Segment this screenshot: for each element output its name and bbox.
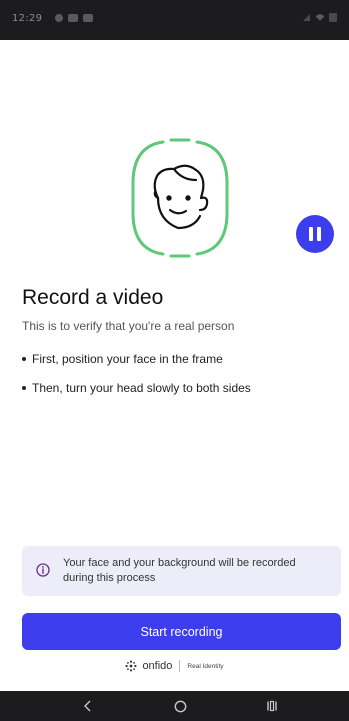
home-button[interactable] xyxy=(160,691,200,721)
system-icons xyxy=(302,13,337,22)
instruction-text: Then, turn your head slowly to both side… xyxy=(32,381,251,395)
pause-button[interactable] xyxy=(296,215,334,253)
instruction-list: First, position your face in the frame T… xyxy=(22,352,332,410)
face-icon xyxy=(153,164,209,230)
status-time: 12:29 xyxy=(12,13,43,24)
media-notification-icon xyxy=(68,14,78,22)
branding-footer: onfido Real Identity xyxy=(0,658,349,674)
info-icon xyxy=(36,563,50,577)
brand-name: onfido xyxy=(142,660,173,672)
face-illustration xyxy=(131,138,229,258)
onfido-logo-icon xyxy=(125,660,137,672)
screen: 12:29 Record a video This is to verify t… xyxy=(0,0,349,721)
navigation-bar xyxy=(0,691,349,721)
signal-icon xyxy=(303,14,310,21)
bullet-icon xyxy=(22,357,26,361)
pause-icon xyxy=(309,227,321,241)
recents-icon xyxy=(267,700,277,712)
wifi-icon xyxy=(315,14,325,21)
back-button[interactable] xyxy=(68,691,108,721)
notification-icons xyxy=(55,14,93,22)
home-icon xyxy=(174,700,186,712)
page-title: Record a video xyxy=(22,286,164,309)
start-recording-button[interactable]: Start recording xyxy=(22,613,341,650)
brand-divider xyxy=(179,660,181,672)
battery-icon xyxy=(329,13,337,22)
recents-button[interactable] xyxy=(252,691,292,721)
instruction-item: Then, turn your head slowly to both side… xyxy=(22,381,332,410)
media-notification-icon-2 xyxy=(83,14,93,22)
page-subtitle: This is to verify that you're a real per… xyxy=(22,319,235,333)
instruction-text: First, position your face in the frame xyxy=(32,352,223,366)
face-frame-outline xyxy=(131,138,229,258)
instruction-item: First, position your face in the frame xyxy=(22,352,332,381)
status-bar: 12:29 xyxy=(0,0,349,40)
info-text: Your face and your background will be re… xyxy=(63,557,296,584)
settings-notification-icon xyxy=(55,14,63,22)
brand-tagline: Real Identity xyxy=(187,662,224,670)
info-banner: Your face and your background will be re… xyxy=(22,546,341,596)
back-icon xyxy=(84,700,91,712)
bullet-icon xyxy=(22,386,26,390)
